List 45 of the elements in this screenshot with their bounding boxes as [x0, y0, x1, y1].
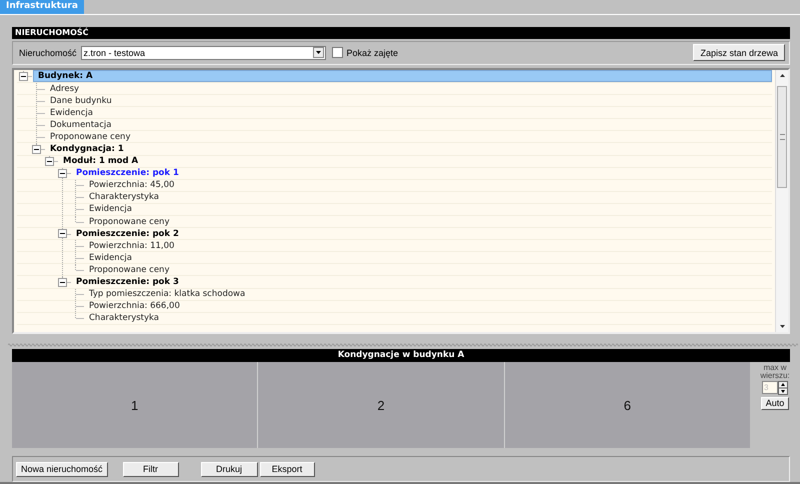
panel-title: NIERUCHOMOŚĆ [12, 26, 790, 39]
tree-item[interactable]: Typ pomieszczenia: klatka schodowa [85, 289, 250, 300]
property-label: Nieruchomość [19, 48, 77, 58]
spinner-arrows-icon[interactable] [778, 380, 788, 395]
action-button[interactable]: Drukuj [200, 462, 258, 477]
tree-item[interactable]: Pomieszczenie: pok 2 [72, 228, 183, 239]
collapse-icon[interactable] [45, 156, 54, 166]
action-button[interactable]: Nowa nieruchomość [16, 462, 108, 477]
tree-item[interactable]: Ewidencja [46, 108, 97, 118]
show-taken-checkbox[interactable] [332, 47, 343, 58]
scrollbar-thumb[interactable] [777, 86, 787, 188]
property-dropdown[interactable]: z.tron - testowa [80, 46, 326, 60]
tree-item[interactable]: Dane budynku [46, 96, 116, 106]
floor-tile[interactable]: 6 [504, 362, 750, 448]
tree-item[interactable]: Pomieszczenie: pok 3 [72, 277, 183, 288]
collapse-icon[interactable] [58, 229, 67, 238]
tree-item[interactable]: Ewidencja [85, 252, 136, 263]
max-per-row-label: max w wierszu: [759, 364, 791, 380]
tree-item[interactable]: Moduł: 1 mod A [59, 156, 142, 166]
tree-item[interactable]: Proponowane ceny [46, 132, 134, 142]
tree-item[interactable]: Powierzchnia: 666,00 [85, 301, 184, 312]
action-button[interactable]: Eksport [260, 462, 315, 477]
tree-item[interactable]: Charakterystyka [85, 313, 164, 324]
tree-item[interactable]: Ewidencja [85, 204, 136, 214]
tree-item[interactable]: Pomieszczenie: pok 1 [72, 168, 183, 178]
tree-item[interactable]: Dokumentacja [46, 120, 116, 130]
collapse-icon[interactable] [19, 72, 28, 81]
show-taken-label: Pokaż zajęte [346, 48, 398, 58]
tree-item[interactable]: Proponowane ceny [85, 264, 174, 275]
collapse-icon[interactable] [58, 278, 67, 287]
action-button[interactable]: Filtr [122, 462, 179, 477]
floors-title: Kondygnacje w budynku A [12, 348, 790, 362]
collapse-icon[interactable] [58, 168, 67, 178]
tree-item[interactable]: Adresy [46, 84, 84, 94]
tree-item[interactable]: Charakterystyka [85, 192, 164, 202]
floor-tile[interactable]: 2 [258, 362, 505, 448]
tree-item[interactable]: Budynek: A [33, 70, 772, 82]
floor-tile[interactable]: 1 [12, 362, 258, 448]
collapse-icon[interactable] [32, 144, 41, 154]
save-tree-button[interactable]: Zapisz stan drzewa [693, 44, 785, 62]
tree-item[interactable]: Proponowane ceny [85, 216, 174, 227]
tree-item[interactable]: Powierzchnia: 45,00 [85, 180, 178, 190]
tree-item[interactable]: Kondygnacja: 1 [46, 144, 128, 154]
auto-button[interactable]: Auto [760, 396, 790, 410]
tree-item[interactable]: Powierzchnia: 11,00 [85, 240, 178, 251]
